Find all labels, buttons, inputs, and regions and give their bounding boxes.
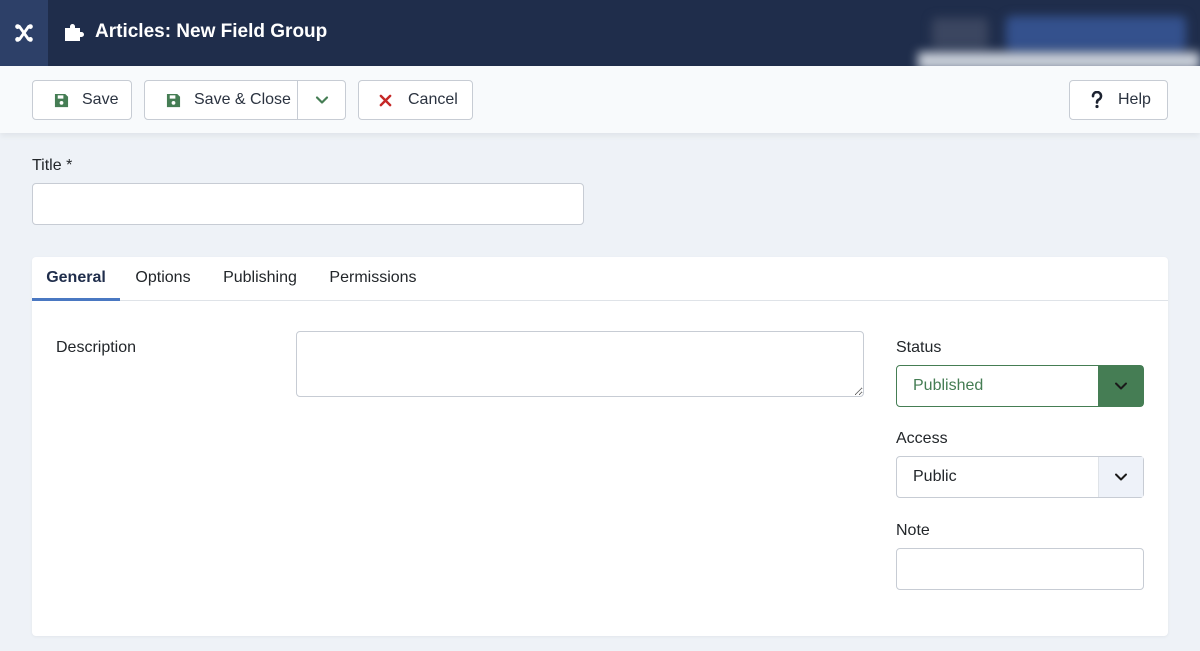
close-icon <box>376 91 394 109</box>
cancel-label: Cancel <box>408 91 458 108</box>
description-textarea[interactable] <box>296 331 864 397</box>
tab-general[interactable]: General <box>32 257 120 301</box>
save-close-label: Save & Close <box>194 91 291 108</box>
title-label: Title * <box>32 157 73 174</box>
help-label: Help <box>1118 91 1151 108</box>
access-label: Access <box>896 430 948 447</box>
puzzle-piece-icon <box>62 20 86 44</box>
description-label: Description <box>56 339 137 356</box>
status-value: Published <box>913 377 984 394</box>
save-label: Save <box>82 91 119 108</box>
floppy-disk-icon <box>52 91 70 109</box>
field-group-card: General Options Publishing Permissions D… <box>32 257 1168 636</box>
floppy-disk-icon <box>164 91 182 109</box>
help-button[interactable]: Help <box>1069 80 1168 120</box>
app-header: Articles: New Field Group <box>0 0 1200 70</box>
question-mark-icon <box>1088 91 1106 109</box>
note-input[interactable] <box>896 548 1144 590</box>
save-options-toggle[interactable] <box>297 81 345 119</box>
access-value: Public <box>913 468 957 485</box>
tab-publishing[interactable]: Publishing <box>206 257 314 301</box>
tab-bar: General Options Publishing Permissions <box>32 257 1168 301</box>
title-input[interactable] <box>32 183 584 225</box>
status-select[interactable]: Published <box>896 365 1144 407</box>
chevron-down-icon <box>315 96 328 104</box>
status-label: Status <box>896 339 942 356</box>
tab-permissions[interactable]: Permissions <box>314 257 432 301</box>
save-button[interactable]: Save <box>32 80 132 120</box>
note-label: Note <box>896 522 930 539</box>
joomla-logo-icon[interactable] <box>0 0 48 66</box>
page-title: Articles: New Field Group <box>95 21 328 42</box>
user-menu-blurred <box>918 0 1200 70</box>
chevron-down-icon <box>1098 366 1143 406</box>
access-select[interactable]: Public <box>896 456 1144 498</box>
cancel-button[interactable]: Cancel <box>358 80 473 120</box>
chevron-down-icon <box>1098 457 1143 497</box>
toolbar: Save Save & Close Cancel Help <box>0 66 1200 133</box>
save-close-button[interactable]: Save & Close <box>144 80 346 120</box>
tab-options[interactable]: Options <box>120 257 206 301</box>
